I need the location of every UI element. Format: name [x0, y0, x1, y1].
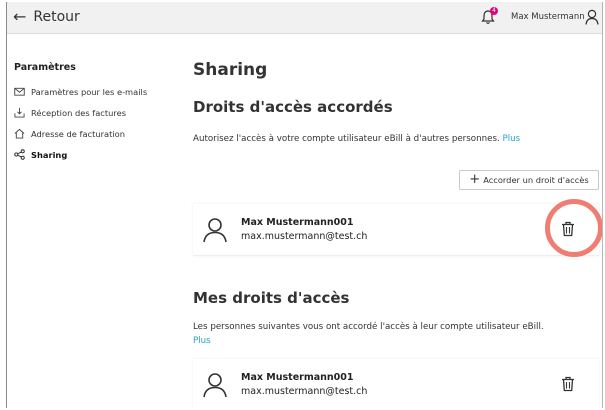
sidebar-item-label: Paramètres pour les e-mails — [31, 86, 148, 97]
envelope-icon — [14, 87, 25, 96]
card-user-name: Max Mustermann001 — [241, 372, 354, 383]
settings-sidebar: Paramètres Paramètres pour les e-mails R… — [14, 62, 184, 165]
home-icon — [14, 128, 25, 139]
description-text: Autorisez l'accès à votre compte utilisa… — [193, 134, 500, 144]
plus-icon: + — [469, 172, 481, 187]
sidebar-item-invoice-reception[interactable]: Réception des factures — [14, 102, 184, 123]
card-user-email: max.mustermann@test.ch — [241, 386, 368, 397]
person-icon — [203, 218, 227, 243]
trash-icon[interactable] — [561, 221, 575, 237]
my-access-rights-description: Les personnes suivantes vous ont accordé… — [193, 320, 599, 348]
granted-access-card: Max Mustermann001 max.mustermann@test.ch — [193, 204, 599, 256]
back-link[interactable]: ← Retour — [13, 7, 80, 27]
user-name[interactable]: Max Mustermann — [511, 12, 585, 22]
sidebar-item-billing-address[interactable]: Adresse de facturation — [14, 123, 184, 144]
inbox-icon — [14, 107, 25, 118]
app-window: ← Retour 4 Max Mustermann Paramètres Par… — [6, 2, 603, 408]
sidebar-item-label: Sharing — [31, 149, 68, 160]
granted-rights-title: Droits d'accès accordés — [193, 98, 393, 116]
add-access-right-button[interactable]: + Accorder un droit d'accès — [459, 170, 599, 190]
page-title: Sharing — [193, 60, 268, 80]
more-link[interactable]: Plus — [503, 134, 521, 144]
description-text: Les personnes suivantes vous ont accordé… — [193, 322, 544, 332]
sidebar-item-label: Réception des factures — [31, 107, 127, 118]
sidebar-item-sharing[interactable]: Sharing — [14, 144, 184, 165]
card-user-name: Max Mustermann001 — [241, 217, 354, 228]
granted-rights-description: Autorisez l'accès à votre compte utilisa… — [193, 132, 599, 146]
card-user-email: max.mustermann@test.ch — [241, 231, 368, 242]
top-bar: ← Retour 4 Max Mustermann — [7, 2, 602, 34]
my-access-rights-title: Mes droits d'accès — [193, 289, 350, 307]
person-icon — [203, 373, 227, 398]
user-icon[interactable] — [585, 9, 599, 25]
sidebar-item-label: Adresse de facturation — [31, 128, 125, 139]
trash-icon[interactable] — [561, 376, 575, 392]
arrow-left-icon: ← — [13, 7, 27, 26]
add-button-label: Accorder un droit d'accès — [483, 175, 589, 185]
share-icon — [14, 149, 25, 160]
more-link[interactable]: Plus — [193, 336, 211, 346]
notification-badge: 4 — [490, 7, 498, 15]
received-access-card: Max Mustermann001 max.mustermann@test.ch — [193, 359, 599, 408]
sidebar-item-email-settings[interactable]: Paramètres pour les e-mails — [14, 81, 184, 102]
sidebar-title: Paramètres — [14, 62, 76, 73]
back-label: Retour — [33, 9, 80, 25]
